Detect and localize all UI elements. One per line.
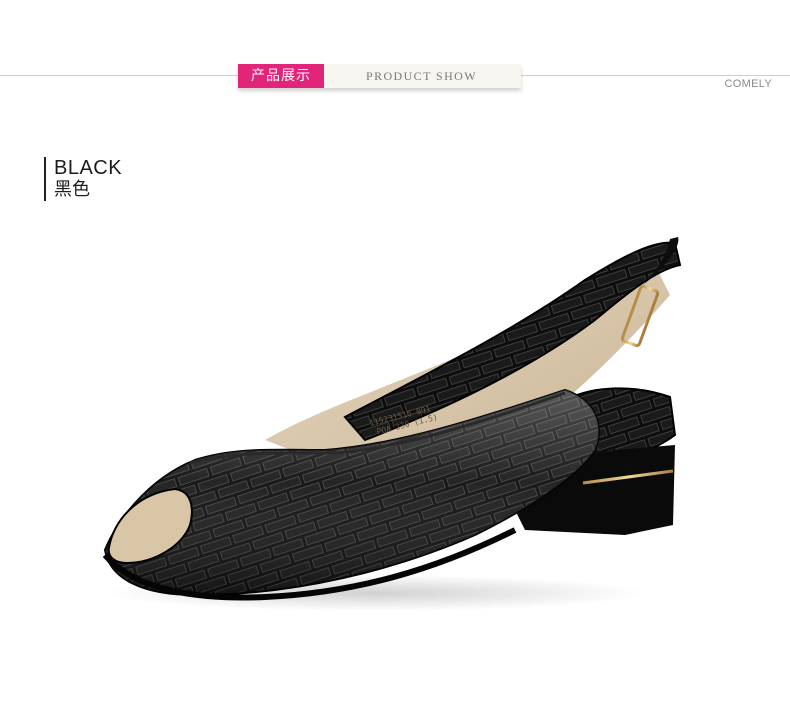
product-image-shoe: 115231516 001 POA 230 (1.5) <box>102 237 682 611</box>
section-banner: 产品展示 PRODUCT SHOW <box>238 64 521 88</box>
color-label: BLACK 黑色 <box>44 157 122 201</box>
color-name-en: BLACK <box>54 157 123 179</box>
color-name-cn: 黑色 <box>54 179 90 200</box>
section-title-cn: 产品展示 <box>238 64 324 88</box>
section-title-en: PRODUCT SHOW <box>324 64 521 88</box>
brand-name: COMELY <box>724 78 772 90</box>
